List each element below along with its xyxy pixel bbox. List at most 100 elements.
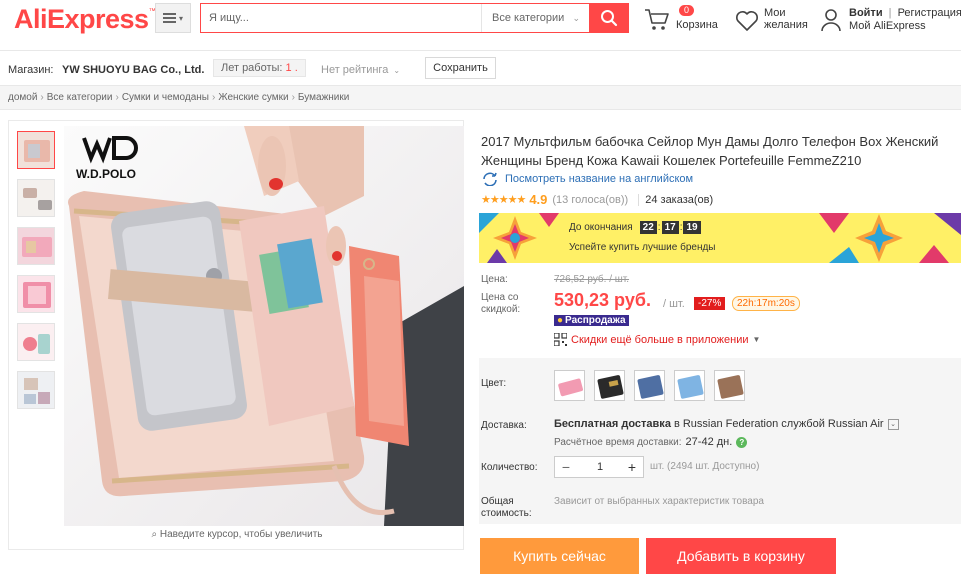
- color-swatches: [554, 370, 754, 401]
- search-category-select[interactable]: Все категории ⌄: [481, 4, 589, 32]
- login-link[interactable]: Войти: [849, 7, 883, 19]
- blue-wallet-swatch-image: [635, 371, 664, 400]
- app-discount-link[interactable]: Скидки ещё больше в приложении ▼: [554, 333, 760, 346]
- zoom-hint-text: Наведите курсор, чтобы увеличить: [159, 529, 323, 540]
- wallet-thumbnail-image: [18, 180, 54, 216]
- store-rating-dropdown[interactable]: Нет рейтинга ⌄: [321, 64, 400, 76]
- rating-stars-icon: ★★★★★: [481, 194, 526, 206]
- quantity-increase-button[interactable]: +: [621, 457, 643, 477]
- product-main-image[interactable]: W.D.POLO: [64, 126, 464, 526]
- thumbnail-4[interactable]: [17, 275, 55, 313]
- store-label: Магазин:: [8, 64, 54, 76]
- wishlist-label-line1: Мои: [764, 7, 786, 19]
- delivery-time-label: Расчётное время доставки:: [554, 436, 682, 448]
- brown-wallet-swatch-image: [715, 371, 744, 400]
- account-separator: |: [888, 7, 892, 19]
- thumbnail-6[interactable]: [17, 371, 55, 409]
- wallet-thumbnail-image: [18, 276, 54, 312]
- old-price: 726,52 руб. / шт.: [554, 274, 630, 285]
- magnifier-icon: ⌕: [151, 529, 158, 540]
- header-account: Войти | Регистрация Мой AliExpress: [820, 6, 961, 34]
- product-title: 2017 Мультфильм бабочка Сейлор Мун Дамы …: [481, 134, 939, 168]
- cart-icon: [645, 9, 669, 30]
- chevron-down-icon: ▾: [178, 13, 183, 23]
- color-swatch-brown[interactable]: [714, 370, 745, 401]
- search-button[interactable]: [589, 3, 629, 33]
- header-cart[interactable]: 0 Корзина: [644, 5, 728, 34]
- thumbnail-1[interactable]: [17, 131, 55, 169]
- timer-hours: 22: [639, 221, 657, 234]
- total-label-1: Общая: [481, 496, 514, 507]
- per-unit-label: / шт.: [663, 298, 685, 310]
- quantity-input[interactable]: 1: [577, 457, 623, 477]
- shipping-dropdown-icon[interactable]: ⌄: [887, 418, 899, 430]
- orders-count: 24 заказа(ов): [638, 193, 713, 206]
- color-swatch-light-blue[interactable]: [674, 370, 705, 401]
- store-years-value: 1 .: [285, 62, 298, 74]
- breadcrumb-bags[interactable]: Сумки и чемоданы: [122, 92, 209, 103]
- thumbnail-2[interactable]: [17, 179, 55, 217]
- quantity-stepper: − 1 +: [554, 456, 644, 478]
- chevron-right-icon: ›: [40, 92, 44, 103]
- wallet-thumbnail-image: [18, 132, 54, 168]
- timer-seconds: 19: [683, 221, 701, 234]
- heart-icon: [736, 11, 758, 31]
- translate-link-text: Посмотреть название на английском: [505, 173, 694, 185]
- promo-countdown: До окончания 22:17:19: [569, 221, 702, 234]
- buy-now-button[interactable]: Купить сейчас: [480, 538, 639, 574]
- delivery-label: Доставка:: [481, 420, 527, 431]
- color-label: Цвет:: [481, 378, 507, 389]
- categories-menu-button[interactable]: ▾: [155, 3, 191, 33]
- search-input[interactable]: [209, 4, 469, 32]
- color-swatch-blue[interactable]: [634, 370, 665, 401]
- price-label: Цена:: [481, 274, 508, 285]
- store-name-link[interactable]: YW SHUOYU BAG Co., Ltd.: [62, 64, 204, 76]
- discount-badge: -27%: [694, 297, 726, 310]
- account-links: Войти | Регистрация: [849, 7, 961, 19]
- quantity-decrease-button[interactable]: −: [555, 457, 577, 477]
- product-options: Цвет: Доставка: Бесплатная доставка в Ru…: [479, 358, 961, 524]
- color-swatch-black[interactable]: [594, 370, 625, 401]
- thumbnail-3[interactable]: [17, 227, 55, 265]
- aliexpress-logo[interactable]: AliExpress™: [14, 4, 156, 35]
- search-bar: Все категории ⌄: [200, 3, 590, 33]
- thumbnail-5[interactable]: [17, 323, 55, 361]
- save-store-button[interactable]: Сохранить: [425, 57, 496, 79]
- promo-tagline: Успейте купить лучшие бренды: [569, 242, 716, 253]
- chevron-right-icon: ›: [115, 92, 119, 103]
- color-swatch-pink[interactable]: [554, 370, 585, 401]
- app-discount-text: Скидки ещё больше в приложении: [571, 333, 749, 346]
- register-link[interactable]: Регистрация: [898, 7, 961, 19]
- chevron-down-icon: ⌄: [572, 13, 580, 23]
- header-wishlist[interactable]: Мои желания: [735, 6, 815, 34]
- logo-text: AliExpress: [14, 4, 149, 34]
- breadcrumb-all-categories[interactable]: Все категории: [47, 92, 113, 103]
- breadcrumb-womens-bags[interactable]: Женские сумки: [218, 92, 288, 103]
- wallet-thumbnail-image: [18, 324, 54, 360]
- sale-tag-icon: ●: [557, 315, 564, 326]
- breadcrumb-wallets: Бумажники: [297, 92, 350, 103]
- light-blue-wallet-swatch-image: [675, 371, 704, 400]
- add-to-cart-button[interactable]: Добавить в корзину: [646, 538, 836, 574]
- user-icon: [821, 9, 841, 32]
- chevron-right-icon: ›: [291, 92, 295, 103]
- translate-icon: [483, 172, 497, 186]
- breadcrumb-trail: домой › Все категории › Сумки и чемоданы › Жен…: [8, 92, 349, 103]
- promo-decoration: [479, 213, 961, 263]
- votes-link[interactable]: (13 голоса(ов)): [552, 194, 628, 206]
- help-icon[interactable]: ?: [736, 436, 748, 448]
- product-gallery: W.D.POLO ⌕ Наведите курсор, чтобы увелич…: [8, 120, 464, 550]
- store-rating-label: Нет рейтинга: [321, 64, 389, 76]
- delivery-info: Бесплатная доставка в Russian Federation…: [554, 418, 899, 430]
- breadcrumb-home[interactable]: домой: [8, 92, 37, 103]
- caret-down-icon: ▼: [752, 335, 761, 344]
- brand-name: W.D.POLO: [76, 167, 136, 181]
- promo-banner[interactable]: До окончания 22:17:19 Успейте купить луч…: [479, 213, 961, 263]
- my-aliexpress-link[interactable]: Мой AliExpress: [849, 20, 926, 32]
- qr-code-icon: [554, 333, 567, 346]
- wishlist-label: Мои желания: [764, 7, 808, 31]
- site-header: AliExpress™ ▾ Все категории ⌄ 0 Корзина: [0, 0, 961, 50]
- search-icon: [601, 10, 618, 27]
- sale-countdown: 22h:17m:20s: [732, 296, 800, 311]
- translate-title-link[interactable]: Посмотреть название на английском: [481, 172, 693, 186]
